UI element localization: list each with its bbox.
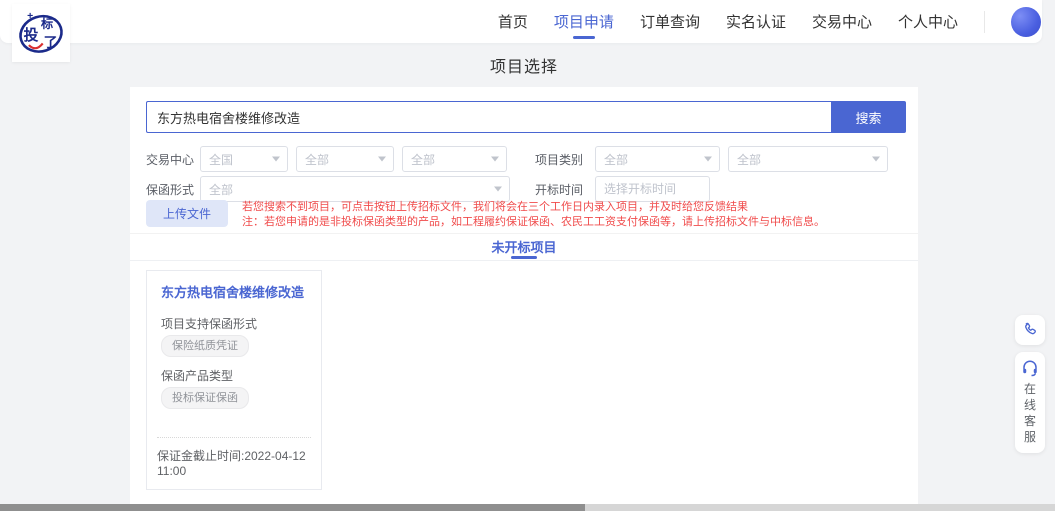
- nav-item-real-name-auth[interactable]: 实名认证: [726, 11, 786, 32]
- svg-text:标: 标: [40, 16, 53, 31]
- upload-notice: 若您搜索不到项目，可点击按钮上传招标文件，我们将会在三个工作日内录入项目，并及时…: [242, 200, 825, 230]
- project-category-select-2[interactable]: 全部: [728, 146, 888, 172]
- headset-icon: [1021, 359, 1039, 377]
- tab-strip-divider: [130, 233, 918, 234]
- avatar[interactable]: [1011, 7, 1041, 37]
- horizontal-scrollbar: [0, 504, 1055, 511]
- support-form-label: 项目支持保函形式: [161, 315, 257, 332]
- tab-bottom-divider: [130, 260, 918, 261]
- search-input[interactable]: [146, 101, 831, 133]
- search-bar: 搜索: [146, 101, 906, 133]
- nav-divider: [984, 11, 985, 33]
- nav-item-order-query[interactable]: 订单查询: [640, 11, 700, 32]
- page-title: 项目选择: [130, 53, 918, 77]
- chevron-down-icon: [872, 157, 880, 162]
- logo[interactable]: 投 标 了 +: [12, 4, 70, 62]
- project-card-title[interactable]: 东方热电宿舍楼维修改造: [161, 285, 311, 301]
- chevron-down-icon: [272, 157, 280, 162]
- product-type-label: 保函产品类型: [161, 367, 233, 384]
- select-value: 全国: [209, 151, 233, 168]
- support-form-tag: 保险纸质凭证: [161, 335, 249, 357]
- main-nav: 首页 项目申请 订单查询 实名认证 交易中心 个人中心: [498, 0, 1041, 43]
- select-value: 全部: [604, 151, 628, 168]
- trade-center-select-city[interactable]: 全部: [402, 146, 507, 172]
- page: 投 标 了 + 首页 项目申请 订单查询 实名认证 交易中心 个人中心 项目选择…: [0, 0, 1055, 511]
- tab-active-underline: [511, 256, 537, 259]
- select-value: 全部: [209, 181, 233, 198]
- nav-item-home[interactable]: 首页: [498, 11, 528, 32]
- content-panel: 搜索 交易中心 全国 全部 全部 项目类别 全部 全部: [130, 87, 918, 505]
- tab-unopened-projects[interactable]: 未开标项目: [130, 237, 918, 256]
- card-dotted-divider: [157, 437, 311, 438]
- trade-center-select-country[interactable]: 全国: [200, 146, 288, 172]
- nav-item-project-apply[interactable]: 项目申请: [554, 11, 614, 32]
- upload-row: 上传文件 若您搜索不到项目，可点击按钮上传招标文件，我们将会在三个工作日内录入项…: [146, 200, 825, 230]
- search-button[interactable]: 搜索: [831, 101, 906, 133]
- svg-text:+: +: [27, 11, 33, 22]
- select-value: 全部: [411, 151, 435, 168]
- upload-notice-line2: 注：若您申请的是非投标保函类型的产品，如工程履约保证保函、农民工工资支付保函等，…: [242, 215, 825, 230]
- chevron-down-icon: [491, 157, 499, 162]
- trade-center-label: 交易中心: [146, 151, 200, 168]
- project-category-label: 项目类别: [535, 151, 587, 168]
- select-value: 全部: [305, 151, 329, 168]
- online-service-label: 在线客服: [1023, 381, 1037, 445]
- horizontal-scrollbar-thumb[interactable]: [0, 504, 585, 511]
- svg-text:了: 了: [44, 34, 58, 50]
- online-service-button[interactable]: 在线客服: [1015, 352, 1045, 453]
- phone-icon: [1022, 322, 1038, 338]
- product-type-tag: 投标保证保函: [161, 387, 249, 409]
- guarantee-form-label: 保函形式: [146, 181, 200, 198]
- guarantee-form-select[interactable]: 全部: [200, 176, 510, 202]
- select-value: 全部: [737, 151, 761, 168]
- chevron-down-icon: [378, 157, 386, 162]
- upload-file-button[interactable]: 上传文件: [146, 200, 228, 227]
- project-category-select-1[interactable]: 全部: [595, 146, 720, 172]
- project-card[interactable]: 东方热电宿舍楼维修改造 项目支持保函形式 保险纸质凭证 保函产品类型 投标保证保…: [146, 270, 322, 490]
- nav-item-personal-center[interactable]: 个人中心: [898, 11, 958, 32]
- deposit-deadline: 保证金截止时间:2022-04-12 11:00: [157, 447, 321, 478]
- svg-text:投: 投: [24, 26, 39, 44]
- nav-item-trade-center[interactable]: 交易中心: [812, 11, 872, 32]
- phone-contact-button[interactable]: [1015, 315, 1045, 345]
- chevron-down-icon: [494, 187, 502, 192]
- logo-icon: 投 标 了 +: [15, 7, 67, 59]
- filter-row-2: 保函形式 全部 开标时间: [146, 176, 710, 202]
- filter-row-1: 交易中心 全国 全部 全部 项目类别 全部 全部: [146, 146, 888, 172]
- bid-open-time-input[interactable]: [595, 176, 710, 202]
- trade-center-select-province[interactable]: 全部: [296, 146, 394, 172]
- bid-open-time-label: 开标时间: [535, 181, 587, 198]
- chevron-down-icon: [704, 157, 712, 162]
- upload-notice-line1: 若您搜索不到项目，可点击按钮上传招标文件，我们将会在三个工作日内录入项目，并及时…: [242, 200, 825, 215]
